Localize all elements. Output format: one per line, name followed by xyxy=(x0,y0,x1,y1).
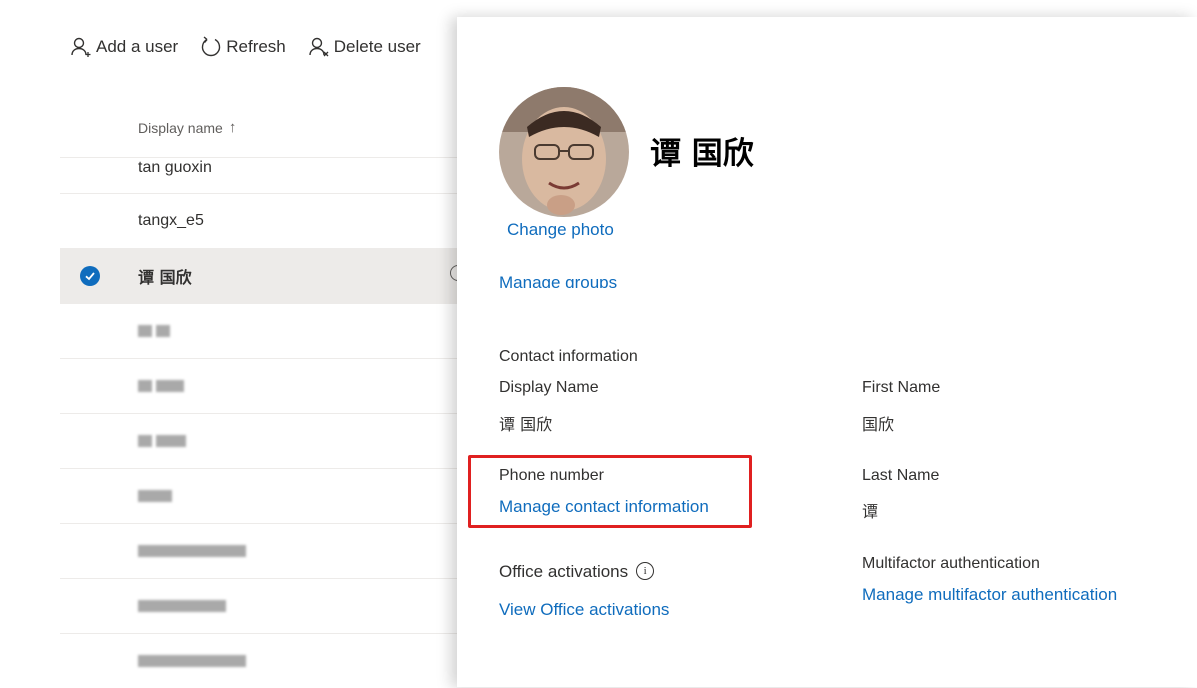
table-row-redacted[interactable] xyxy=(60,633,480,688)
add-user-label: Add a user xyxy=(96,37,179,56)
checkmark-icon[interactable] xyxy=(80,266,100,286)
redacted-text xyxy=(138,490,172,502)
manage-multifactor-authentication-link[interactable]: Manage multifactor authentication xyxy=(862,585,1117,605)
last-name-value: 谭 xyxy=(862,502,879,521)
delete-user-button[interactable]: Delete user xyxy=(306,34,421,60)
row-display-name: 谭 国欣 xyxy=(138,268,192,287)
row-display-name: tangx_e5 xyxy=(138,212,204,229)
user-display-title: 谭 国欣 xyxy=(650,136,754,172)
office-activations-label: Office activations xyxy=(499,562,629,581)
add-user-button[interactable]: Add a user xyxy=(68,34,178,60)
highlight-box xyxy=(468,455,752,528)
table-row-redacted[interactable] xyxy=(60,523,480,578)
redacted-text xyxy=(138,435,186,447)
first-name-label: First Name xyxy=(862,379,941,396)
table-row-redacted[interactable] xyxy=(60,468,480,523)
redacted-text xyxy=(138,380,184,392)
table-row-redacted[interactable] xyxy=(60,413,480,468)
refresh-icon xyxy=(198,34,224,60)
refresh-button[interactable]: Refresh xyxy=(198,34,286,60)
first-name-value: 国欣 xyxy=(862,415,895,434)
table-row-redacted[interactable] xyxy=(60,578,480,633)
redacted-text xyxy=(138,325,170,337)
table-row[interactable]: tangx_e5 xyxy=(60,193,480,248)
info-icon[interactable]: i xyxy=(636,561,655,580)
delete-user-label: Delete user xyxy=(333,37,421,56)
user-avatar xyxy=(499,87,629,217)
display-name-label: Display Name xyxy=(499,379,599,396)
manage-groups-label: Manage groups xyxy=(499,273,618,288)
redacted-text xyxy=(138,600,226,612)
change-photo-link[interactable]: Change photo xyxy=(507,220,614,240)
redacted-text xyxy=(138,545,246,557)
redacted-text xyxy=(138,655,246,667)
table-row-redacted[interactable] xyxy=(60,303,480,358)
view-office-activations-link[interactable]: View Office activations xyxy=(499,600,669,620)
last-name-label: Last Name xyxy=(862,467,940,484)
table-row-selected[interactable]: 谭 国欣 xyxy=(60,248,480,303)
user-list: tan guoxin tangx_e5 谭 国欣 xyxy=(60,157,480,688)
multifactor-authentication-label: Multifactor authentication xyxy=(862,555,1040,572)
command-bar: Add a user Refresh Delete user xyxy=(68,32,441,62)
refresh-label: Refresh xyxy=(226,37,286,56)
sort-ascending-icon: ↑ xyxy=(228,119,237,136)
contact-information-heading: Contact information xyxy=(499,348,638,365)
office-activations-heading: Office activations i xyxy=(499,561,655,582)
manage-groups-link[interactable]: Manage groups xyxy=(499,268,617,288)
table-row[interactable]: tan guoxin xyxy=(60,157,480,193)
column-header-label: Display name xyxy=(138,119,223,136)
column-header-display-name[interactable]: Display name ↑ xyxy=(138,119,236,136)
delete-person-icon xyxy=(306,34,332,60)
add-person-icon xyxy=(68,34,94,60)
table-row-redacted[interactable] xyxy=(60,358,480,413)
row-display-name: tan guoxin xyxy=(138,159,212,176)
display-name-value: 谭 国欣 xyxy=(499,415,553,434)
